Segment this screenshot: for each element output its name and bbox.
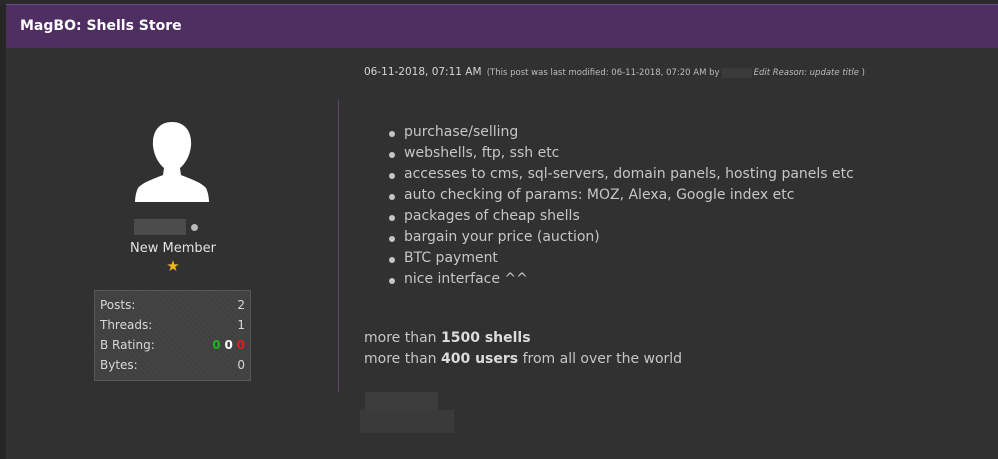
summary-bold: 400 users bbox=[440, 351, 519, 367]
rank-star-icon: ★ bbox=[166, 257, 180, 275]
bullet-icon bbox=[389, 236, 395, 242]
redacted-link bbox=[365, 392, 438, 410]
online-status-icon bbox=[191, 224, 198, 231]
list-item: packages of cheap shells bbox=[385, 208, 854, 229]
list-item-text: auto checking of params: MOZ, Alexa, Goo… bbox=[404, 187, 795, 203]
summary-text: from all over the world bbox=[522, 351, 683, 367]
rating-negative: 0 bbox=[236, 338, 245, 352]
list-item: BTC payment bbox=[385, 250, 854, 271]
list-item-text: nice interface ^^ bbox=[404, 271, 528, 287]
user-title: New Member bbox=[130, 241, 216, 256]
list-item-text: packages of cheap shells bbox=[404, 208, 580, 224]
post-datetime: 06-11-2018, 07:11 AM bbox=[364, 66, 482, 78]
stat-row-posts: Posts: 2 bbox=[100, 298, 245, 316]
post-date-line: 06-11-2018, 07:11 AM (This post was last… bbox=[364, 66, 865, 78]
bullet-icon bbox=[389, 278, 395, 284]
stat-value[interactable]: 1 bbox=[237, 318, 245, 332]
bullet-icon bbox=[389, 257, 395, 263]
list-item: nice interface ^^ bbox=[385, 271, 854, 292]
thread-title-bar: MagBO: Shells Store bbox=[6, 4, 998, 48]
list-item-text: webshells, ftp, ssh etc bbox=[404, 145, 560, 161]
post-summary: more than 1500 shells more than 400 user… bbox=[364, 328, 682, 370]
summary-bold: 1500 shells bbox=[440, 330, 531, 346]
list-item-text: accesses to cms, sql-servers, domain pan… bbox=[404, 166, 854, 182]
redacted-username[interactable] bbox=[134, 219, 186, 235]
summary-line-users: more than 400 users from all over the wo… bbox=[364, 349, 682, 370]
modified-prefix: (This post was last modified: 06-11-2018… bbox=[486, 68, 720, 78]
redacted-editor-name bbox=[721, 67, 752, 78]
bullet-icon bbox=[389, 215, 395, 221]
summary-line-shells: more than 1500 shells bbox=[364, 328, 682, 349]
modified-suffix: ) bbox=[861, 68, 865, 78]
stat-row-bytes: Bytes: 0 bbox=[100, 358, 245, 376]
list-item-text: purchase/selling bbox=[404, 124, 519, 140]
stat-value[interactable]: 2 bbox=[237, 298, 245, 312]
edit-reason: Edit Reason: update title bbox=[753, 68, 859, 78]
list-item: purchase/selling bbox=[385, 124, 854, 145]
stat-label: Threads: bbox=[100, 318, 153, 332]
bullet-icon bbox=[389, 152, 395, 158]
stat-label: Posts: bbox=[100, 298, 136, 312]
feature-list: purchase/selling webshells, ftp, ssh etc… bbox=[385, 124, 854, 292]
bullet-icon bbox=[389, 131, 395, 137]
bullet-icon bbox=[389, 194, 395, 200]
avatar[interactable] bbox=[134, 120, 210, 202]
user-silhouette-icon bbox=[135, 122, 209, 202]
summary-text: more than bbox=[364, 330, 437, 346]
rating-values[interactable]: 0 0 0 bbox=[212, 338, 245, 352]
post-divider bbox=[338, 100, 339, 392]
stat-label: Bytes: bbox=[100, 358, 138, 372]
stat-value[interactable]: 0 bbox=[237, 358, 245, 372]
summary-text: more than bbox=[364, 351, 437, 367]
stat-label: B Rating: bbox=[100, 338, 155, 352]
list-item: accesses to cms, sql-servers, domain pan… bbox=[385, 166, 854, 187]
stat-row-threads: Threads: 1 bbox=[100, 318, 245, 336]
list-item-text: bargain your price (auction) bbox=[404, 229, 600, 245]
post-modified-note: (This post was last modified: 06-11-2018… bbox=[486, 67, 865, 78]
list-item: auto checking of params: MOZ, Alexa, Goo… bbox=[385, 187, 854, 208]
stat-row-rating: B Rating: 0 0 0 bbox=[100, 338, 245, 356]
list-item: bargain your price (auction) bbox=[385, 229, 854, 250]
user-stats-box: Posts: 2 Threads: 1 B Rating: 0 0 0 Byte… bbox=[94, 290, 251, 381]
rating-positive: 0 bbox=[212, 338, 221, 352]
bullet-icon bbox=[389, 173, 395, 179]
list-item-text: BTC payment bbox=[404, 250, 498, 266]
thread-title[interactable]: MagBO: Shells Store bbox=[20, 18, 182, 34]
redacted-signature bbox=[360, 410, 454, 433]
rating-neutral: 0 bbox=[224, 338, 233, 352]
list-item: webshells, ftp, ssh etc bbox=[385, 145, 854, 166]
